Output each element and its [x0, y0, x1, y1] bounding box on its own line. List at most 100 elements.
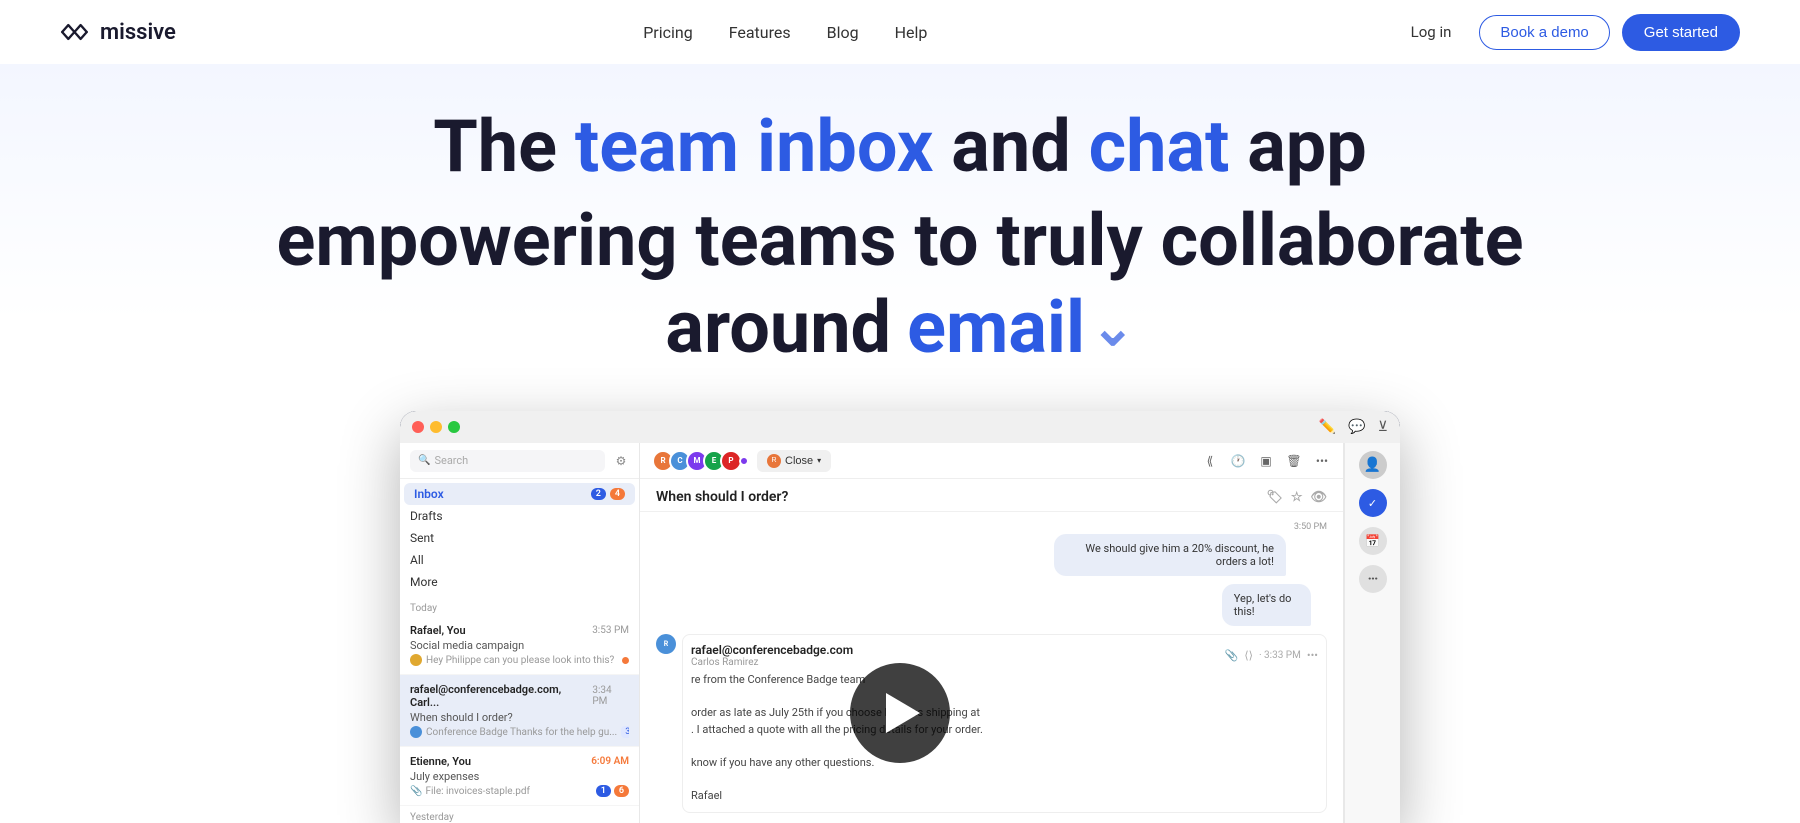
navbar: missive Pricing Features Blog Help Log i… — [0, 0, 1800, 64]
folder-more[interactable]: More — [400, 571, 639, 593]
book-demo-button[interactable]: Book a demo — [1479, 15, 1609, 50]
folder-sent[interactable]: Sent — [400, 527, 639, 549]
folder-all-label: All — [410, 553, 424, 567]
rp-dots-icon[interactable]: ··· — [1359, 565, 1387, 593]
expand-icon[interactable]: ⊻ — [1378, 419, 1388, 435]
search-bar[interactable]: 🔍 Search — [410, 450, 605, 472]
unread-dot-1 — [622, 657, 629, 664]
clock-icon[interactable]: 🕐 — [1229, 452, 1247, 470]
email-meta-icons: 📎 ⟨⟩ · 3:33 PM ••• — [1225, 643, 1318, 668]
message-text-2: Yep, let's do this! — [1222, 584, 1311, 626]
hero-title-line2: empowering teams to truly collaborate — [40, 198, 1760, 284]
email-more-icon[interactable]: ••• — [1307, 649, 1318, 662]
nav-help[interactable]: Help — [895, 23, 928, 42]
folder-all[interactable]: All — [400, 549, 639, 571]
mail-time-2: 3:34 PM — [592, 685, 629, 707]
nav-links: Pricing Features Blog Help — [643, 23, 927, 42]
star-icon[interactable]: ☆ — [1291, 490, 1303, 505]
message-bubble-2: Yep, let's do this! — [1222, 584, 1327, 626]
share-icon: ⟨⟩ — [1244, 649, 1253, 662]
email-body-card: rafael@conferencebadge.com Carlos Ramire… — [682, 634, 1327, 813]
email-sender-sub: Carlos Ramirez — [691, 657, 853, 668]
hero-text-and: and — [933, 104, 1088, 189]
delete-icon[interactable]: 🗑 — [1285, 452, 1303, 470]
rp-check-icon[interactable]: ✓ — [1359, 489, 1387, 517]
folder-inbox-label: Inbox — [414, 487, 444, 501]
date-yesterday-label: Yesterday — [400, 806, 639, 823]
folder-list: Inbox 2 4 Drafts Sent All — [400, 479, 639, 597]
date-today-label: Today — [400, 597, 639, 616]
filter-icon[interactable]: ⚙ — [613, 453, 629, 469]
video-play-button[interactable] — [850, 663, 950, 763]
detail-toolbar: R C M E P R Close ▾ ⟪ 🕐 — [640, 443, 1343, 479]
close-conversation-button[interactable]: R Close ▾ — [757, 450, 831, 472]
search-placeholder: Search — [434, 454, 468, 467]
logo[interactable]: missive — [60, 20, 176, 45]
app-window: ✏️ 💬 ⊻ 🔍 Search ⚙ I — [400, 411, 1400, 823]
hero-text-collaborate: collaborate — [1161, 198, 1524, 283]
hero-around-text: around — [665, 285, 891, 371]
hero-text-pre: The — [433, 104, 575, 189]
logo-text: missive — [100, 20, 176, 45]
badges-3: 1 6 — [596, 785, 629, 797]
avatar-me: R — [767, 454, 781, 468]
nav-pricing[interactable]: Pricing — [643, 23, 693, 42]
badge-count-2: 3 — [621, 726, 629, 738]
get-started-button[interactable]: Get started — [1622, 14, 1740, 51]
folder-drafts[interactable]: Drafts — [400, 505, 639, 527]
inbox-badge-total: 4 — [610, 488, 625, 500]
window-close-dot[interactable] — [412, 421, 424, 433]
email-time-label: · 3:33 PM — [1259, 650, 1301, 661]
play-icon — [886, 693, 920, 733]
rp-profile-icon[interactable]: 👤 — [1359, 451, 1387, 479]
mail-attachment-3: 📎 File: invoices-staple.pdf 1 6 — [410, 785, 629, 797]
close-chevron-icon: ▾ — [817, 456, 821, 465]
hero-email-text: email — [907, 285, 1085, 371]
hero-section: The team inbox and chat app empowering t… — [0, 64, 1800, 371]
mail-time-1: 3:53 PM — [592, 625, 629, 636]
search-icon: 🔍 — [418, 455, 430, 466]
more-options-icon[interactable]: ••• — [1313, 452, 1331, 470]
mail-preview-2: Conference Badge Thanks for the help gu.… — [410, 726, 629, 738]
hero-line2-text: empowering teams to truly — [276, 198, 1160, 283]
label-icon[interactable]: 🏷 — [1266, 490, 1283, 505]
hero-title-line1: The team inbox and chat app — [40, 104, 1760, 190]
mail-item-2[interactable]: rafael@conferencebadge.com, Carl... 3:34… — [400, 675, 639, 747]
nav-features[interactable]: Features — [729, 23, 791, 42]
hero-email-dropdown[interactable]: email ⌄ — [907, 285, 1134, 371]
attach-icon: 📎 — [1225, 649, 1239, 662]
window-titlebar: ✏️ 💬 ⊻ — [400, 411, 1400, 443]
inbox-badge-unread: 2 — [591, 488, 606, 500]
folder-more-label: More — [410, 575, 438, 589]
nav-blog[interactable]: Blog — [827, 23, 859, 42]
comment-icon[interactable]: 💬 — [1348, 419, 1365, 435]
email-detail-panel: R C M E P R Close ▾ ⟪ 🕐 — [640, 443, 1344, 823]
window-body: 🔍 Search ⚙ Inbox 2 4 Drafts — [400, 443, 1400, 823]
sender-avatar: R — [656, 634, 676, 654]
window-minimize-dot[interactable] — [430, 421, 442, 433]
rp-calendar-icon[interactable]: 📅 — [1359, 527, 1387, 555]
email-message-1: R rafael@conferencebadge.com Carlos Rami… — [656, 634, 1327, 813]
hero-text-app: app — [1229, 104, 1366, 189]
compose-icon[interactable]: ✏️ — [1319, 419, 1336, 435]
mail-sender-3: Etienne, You — [410, 755, 471, 768]
detail-toolbar-icons: ⟪ 🕐 ▣ 🗑 ••• — [1201, 452, 1331, 470]
mail-subject-3: July expenses — [410, 770, 629, 783]
chevron-down-icon: ⌄ — [1091, 297, 1135, 359]
window-maximize-dot[interactable] — [448, 421, 460, 433]
archive-icon[interactable]: ▣ — [1257, 452, 1275, 470]
mail-item-3[interactable]: Etienne, You 6:09 AM July expenses 📎 Fil… — [400, 747, 639, 806]
email-subject-text: When should I order? — [656, 489, 788, 505]
folder-inbox[interactable]: Inbox 2 4 — [404, 483, 635, 505]
eye-icon[interactable]: 👁 — [1310, 490, 1327, 505]
message-text-1: We should give him a 20% discount, he or… — [1054, 534, 1286, 576]
reply-all-icon[interactable]: ⟪ — [1201, 452, 1219, 470]
email-sender-row: rafael@conferencebadge.com Carlos Ramire… — [691, 643, 1318, 668]
mail-item-1[interactable]: Rafael, You 3:53 PM Social media campaig… — [400, 616, 639, 675]
email-subject-bar: When should I order? 🏷 ☆ 👁 — [640, 479, 1343, 512]
folder-sent-label: Sent — [410, 531, 434, 545]
mail-list-header: 🔍 Search ⚙ — [400, 443, 639, 479]
mail-sender-2: rafael@conferencebadge.com, Carl... — [410, 683, 592, 709]
email-body-text: re from the Conference Badge team order … — [691, 672, 1318, 804]
login-button[interactable]: Log in — [1395, 15, 1468, 49]
